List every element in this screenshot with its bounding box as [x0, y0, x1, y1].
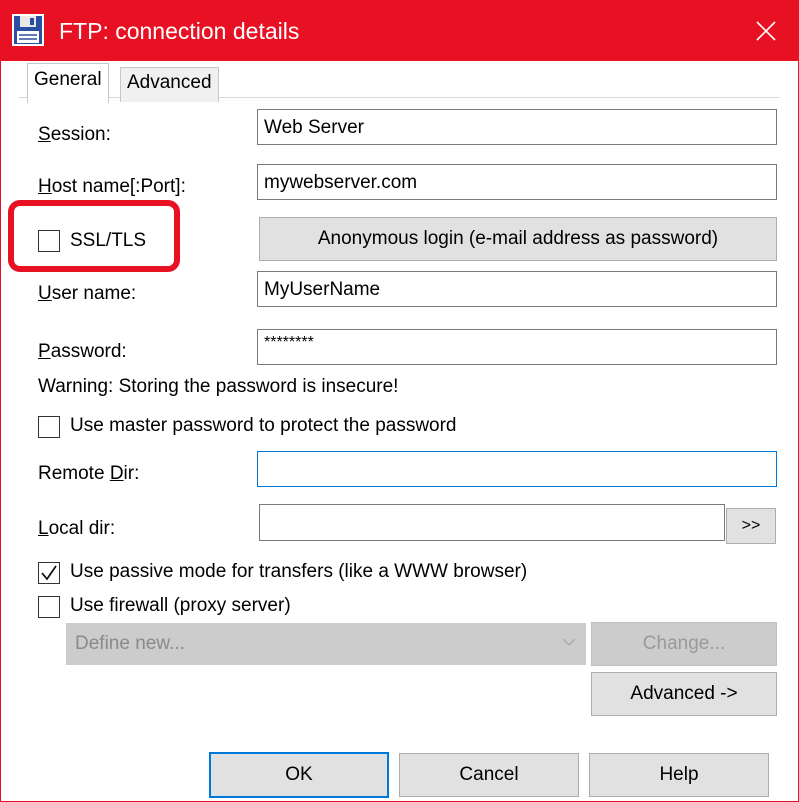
window-title: FTP: connection details	[59, 18, 300, 44]
floppy-disk-icon	[12, 14, 44, 46]
password-warning-text: Warning: Storing the password is insecur…	[38, 376, 399, 397]
passive-mode-label: Use passive mode for transfers (like a W…	[70, 561, 528, 582]
local-dir-label: Local dir:	[38, 518, 116, 539]
tab-general[interactable]: General	[27, 63, 109, 103]
checkmark-icon	[41, 565, 57, 581]
proxy-select[interactable]: Define new...	[66, 623, 586, 665]
advanced-settings-button[interactable]: Advanced ->	[591, 672, 777, 716]
password-label: Password:	[38, 341, 127, 362]
password-input[interactable]: ********	[257, 329, 777, 365]
ssl-highlight-annotation	[8, 200, 180, 272]
username-input[interactable]: MyUserName	[257, 271, 777, 307]
close-button[interactable]	[734, 1, 798, 61]
master-password-checkbox[interactable]	[38, 416, 60, 438]
local-dir-input[interactable]	[259, 504, 725, 541]
proxy-select-value: Define new...	[75, 633, 185, 654]
close-icon	[756, 21, 776, 41]
ok-button[interactable]: OK	[209, 752, 389, 798]
remote-dir-input[interactable]	[257, 451, 777, 487]
help-button[interactable]: Help	[589, 753, 769, 797]
firewall-label: Use firewall (proxy server)	[70, 595, 291, 616]
change-button[interactable]: Change...	[591, 622, 777, 666]
username-label: User name:	[38, 283, 137, 304]
master-password-label: Use master password to protect the passw…	[70, 415, 457, 436]
firewall-checkbox[interactable]	[38, 596, 60, 618]
host-label: Host name[:Port]:	[38, 176, 186, 197]
passive-mode-checkbox[interactable]	[38, 562, 60, 584]
local-dir-browse-button[interactable]: >>	[726, 508, 776, 544]
chevron-down-icon	[562, 638, 576, 646]
session-input[interactable]: Web Server	[257, 109, 777, 145]
tab-advanced[interactable]: Advanced	[120, 67, 219, 102]
title-bar[interactable]: FTP: connection details	[1, 1, 798, 61]
cancel-button[interactable]: Cancel	[399, 753, 579, 797]
host-input[interactable]: mywebserver.com	[257, 164, 777, 200]
session-label: Session:	[38, 124, 111, 145]
ftp-connection-dialog: FTP: connection details General Advanced…	[0, 0, 799, 802]
anonymous-login-button[interactable]: Anonymous login (e-mail address as passw…	[259, 217, 777, 261]
remote-dir-label: Remote Dir:	[38, 463, 140, 484]
